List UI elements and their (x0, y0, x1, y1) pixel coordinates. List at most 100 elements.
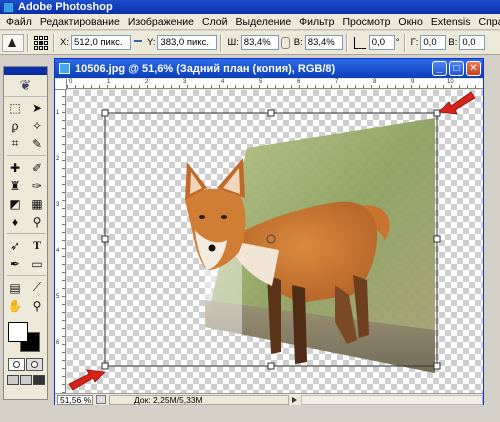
pen-icon[interactable]: ✒ (5, 255, 25, 272)
menu-layer[interactable]: Слой (198, 16, 232, 28)
status-menu-arrow-icon[interactable] (292, 396, 297, 403)
path-select-icon[interactable]: ➶ (5, 237, 25, 254)
document-title-bar[interactable]: 10506.jpg @ 51,6% (Задний план (копия), … (55, 59, 483, 78)
minimize-button[interactable]: _ (432, 61, 447, 76)
width-label: Ш: (227, 37, 239, 48)
reference-point-icon[interactable] (34, 35, 48, 50)
full-screen-icon[interactable] (32, 375, 45, 385)
height-label: В: (293, 37, 303, 48)
eraser-icon[interactable]: ◩ (5, 195, 25, 212)
h-skew-field[interactable]: 0,0 (420, 35, 447, 50)
lasso-icon[interactable]: ϼ (5, 117, 25, 134)
degree-label: ° (395, 37, 400, 48)
horizontal-scrollbar[interactable] (301, 394, 483, 405)
ruler-label: 5 (56, 294, 60, 300)
menu-file[interactable]: Файл (2, 16, 36, 28)
options-bar: X: 512,0 пикс. Y: 383,0 пикс. Ш: 83,4% В… (0, 31, 500, 55)
zoom-icon[interactable]: ⚲ (27, 297, 47, 314)
v-skew-field[interactable]: 0,0 (459, 35, 486, 50)
document-window: 10506.jpg @ 51,6% (Задний план (копия), … (54, 58, 484, 405)
x-field[interactable]: 512,0 пикс. (70, 35, 131, 50)
ruler-label: 10 (447, 79, 454, 85)
divider (345, 33, 348, 52)
close-button[interactable]: ✕ (466, 61, 481, 76)
ruler-label: 0 (69, 79, 73, 85)
toolbox-panel: ❦ ⬚ ➤ ϼ ✧ ⌗ ✎ ✚ ✐ ♜ ✑ ◩ ▦ ♦ ⚲ ➶ T ✒ ▭ ▤ … (3, 66, 48, 400)
rotate-angle-icon (353, 36, 366, 49)
toolbox-header[interactable] (4, 67, 47, 75)
vertical-ruler[interactable]: 1 2 3 4 5 6 (55, 90, 66, 393)
ruler-label: 1 (56, 110, 60, 116)
artwork (68, 91, 476, 391)
v-skew-label: В: (448, 37, 458, 48)
blur-icon[interactable]: ♦ (5, 213, 25, 230)
delta-icon[interactable] (133, 39, 142, 46)
ruler-label: 9 (411, 79, 415, 85)
menu-filter[interactable]: Фильтр (295, 16, 338, 28)
height-field[interactable]: 83,4% (304, 35, 343, 50)
dodge-icon[interactable]: ⚲ (27, 213, 47, 230)
ruler-label: 2 (56, 156, 60, 162)
menu-view[interactable]: Просмотр (338, 16, 394, 28)
healing-icon[interactable]: ✚ (5, 159, 25, 176)
menu-window[interactable]: Окно (394, 16, 426, 28)
width-field[interactable]: 83,4% (240, 35, 279, 50)
foreground-color[interactable] (7, 322, 28, 342)
adobe-online-icon[interactable]: ❦ (4, 75, 47, 97)
menu-help[interactable]: Справка (475, 16, 500, 28)
ruler-label: 7 (335, 79, 339, 85)
menu-image[interactable]: Изображение (124, 16, 198, 28)
zoom-field[interactable]: 51,56 % (57, 394, 93, 405)
quick-mask-icon[interactable] (26, 358, 44, 371)
divider (220, 33, 223, 52)
ruler-label: 3 (183, 79, 187, 85)
ruler-label: 6 (56, 340, 60, 346)
full-screen-menu-icon[interactable] (19, 375, 32, 385)
crop-icon[interactable]: ⌗ (5, 135, 25, 152)
y-field[interactable]: 383,0 пикс. (157, 35, 218, 50)
red-arrow-bottom-left (68, 369, 106, 391)
notes-icon[interactable]: ▤ (5, 279, 25, 296)
hand-icon[interactable]: ✋ (5, 297, 25, 314)
brush-icon[interactable]: ✐ (27, 159, 47, 176)
standard-screen-icon[interactable] (6, 375, 19, 385)
marquee-icon[interactable]: ⬚ (5, 99, 25, 116)
slice-icon[interactable]: ✎ (27, 135, 47, 152)
maximize-button[interactable]: □ (449, 61, 464, 76)
gradient-icon[interactable]: ▦ (27, 195, 47, 212)
document-title: 10506.jpg @ 51,6% (Задний план (копия), … (75, 62, 336, 75)
eyedropper-icon[interactable]: ⟋ (27, 279, 47, 296)
navigator-icon[interactable] (96, 395, 106, 404)
photoshop-logo-icon (3, 1, 14, 13)
divider (27, 33, 29, 52)
ruler-label: 4 (221, 79, 225, 85)
ruler-label: 3 (56, 202, 60, 208)
stamp-icon[interactable]: ♜ (5, 177, 25, 194)
ruler-label: 1 (107, 79, 111, 85)
link-icon[interactable] (280, 36, 290, 49)
type-icon[interactable]: T (27, 237, 47, 254)
menu-extensis[interactable]: Extensis (427, 16, 475, 28)
ruler-label: 5 (259, 79, 263, 85)
horizontal-ruler[interactable]: 0 1 2 3 4 5 6 7 8 9 10 (67, 79, 483, 89)
menu-bar: Файл Редактирование Изображение Слой Выд… (0, 14, 500, 30)
app-title-bar: Adobe Photoshop (0, 0, 500, 14)
menu-edit[interactable]: Редактирование (36, 16, 124, 28)
image-canvas[interactable] (67, 90, 483, 393)
ruler-origin[interactable] (55, 79, 67, 90)
app-title: Adobe Photoshop (18, 1, 113, 13)
history-brush-icon[interactable]: ✑ (27, 177, 47, 194)
status-bar: 51,56 % Док: 2,25M/5,33M (55, 393, 483, 405)
ruler-label: 8 (373, 79, 377, 85)
shape-icon[interactable]: ▭ (27, 255, 47, 272)
angle-field[interactable]: 0,0 (368, 35, 395, 50)
current-tool-icon[interactable] (2, 33, 24, 52)
standard-mode-icon[interactable] (7, 358, 25, 371)
menu-select[interactable]: Выделение (232, 16, 296, 28)
magic-wand-icon[interactable]: ✧ (27, 117, 47, 134)
document-info[interactable]: Док: 2,25M/5,33M (109, 394, 289, 405)
h-skew-label: Г: (410, 37, 419, 48)
document-icon (59, 63, 70, 74)
y-label: Y: (146, 37, 156, 48)
move-icon[interactable]: ➤ (27, 99, 47, 116)
